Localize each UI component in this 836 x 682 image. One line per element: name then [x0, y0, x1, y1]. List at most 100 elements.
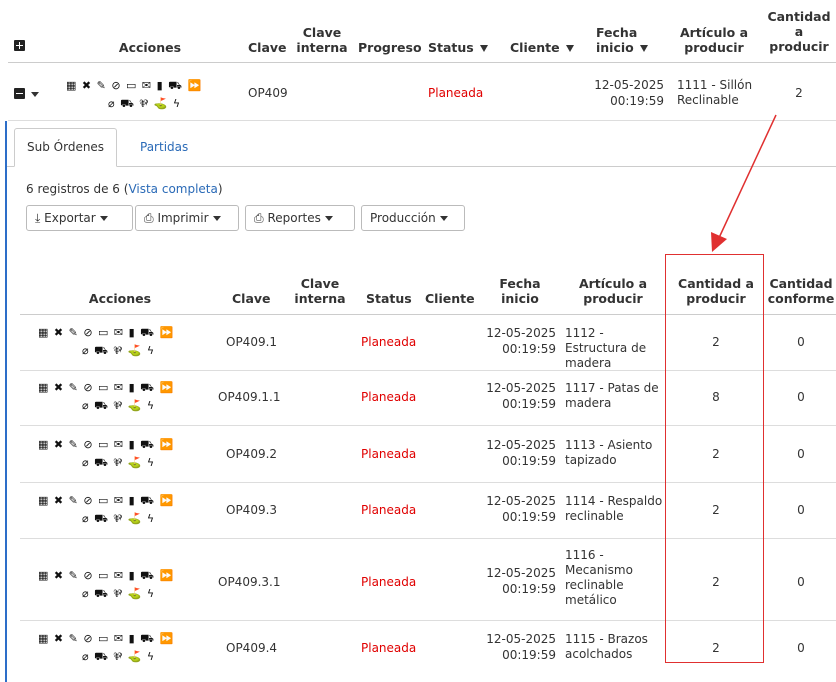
- divider: [8, 62, 836, 63]
- exportar-button[interactable]: ⤓ Exportar: [26, 205, 133, 231]
- row-conforme: 0: [797, 641, 805, 655]
- row-clave[interactable]: OP409.3: [226, 503, 277, 518]
- collapse-icon[interactable]: [14, 88, 25, 99]
- tab-sub-ordenes[interactable]: Sub Órdenes: [14, 128, 118, 167]
- imprimir-label: Imprimir: [157, 211, 209, 225]
- sub-header-status[interactable]: Status: [366, 291, 412, 306]
- status-label: Planeada: [361, 575, 417, 589]
- download-icon: ⤓: [35, 211, 41, 225]
- header-cliente-label: Cliente: [510, 40, 560, 55]
- row-action-icons-secondary[interactable]: ⌀ ⛟ ⅌ ⛳ ϟ: [82, 649, 155, 664]
- row-fecha-time: 00:19:59: [502, 648, 556, 662]
- reportes-button[interactable]: ⎙ Reportes: [245, 205, 355, 231]
- row-clave[interactable]: OP409.4: [226, 641, 277, 656]
- row-conforme: 0: [797, 447, 805, 461]
- row-fecha-date: 12-05-2025: [486, 632, 556, 646]
- row-clave[interactable]: OP409.2: [226, 447, 277, 462]
- row-clave[interactable]: OP409.1: [226, 335, 277, 350]
- row-action-icons[interactable]: ▦ ✖ ✎ ⊘ ▭ ✉ ▮ ⛟ ⏩: [38, 631, 174, 646]
- row-fecha-date: 12-05-2025: [486, 326, 556, 340]
- sub-header-acciones: Acciones: [88, 291, 152, 306]
- sub-header-cliente[interactable]: Cliente: [425, 291, 475, 306]
- row-articulo: 1111 - Sillón Reclinable: [677, 78, 753, 107]
- row-clave[interactable]: OP409.3.1: [218, 575, 280, 590]
- header-cantidad[interactable]: Cantidad a producir: [766, 9, 832, 54]
- row-fecha-date: 12-05-2025: [486, 566, 556, 580]
- status-label: Planeada: [361, 641, 417, 655]
- row-action-icons[interactable]: ▦ ✖ ✎ ⊘ ▭ ✉ ▮ ⛟ ⏩: [66, 78, 202, 93]
- row-action-icons[interactable]: ▦ ✖ ✎ ⊘ ▭ ✉ ▮ ⛟ ⏩: [38, 493, 174, 508]
- row-fecha-date: 12-05-2025: [486, 494, 556, 508]
- exportar-label: Exportar: [44, 211, 96, 225]
- row-articulo: 1116 - Mecanismo reclinable metálico: [565, 548, 633, 607]
- row-action-icons[interactable]: ▦ ✖ ✎ ⊘ ▭ ✉ ▮ ⛟ ⏩: [38, 380, 174, 395]
- sub-header-articulo[interactable]: Artículo a producir: [566, 276, 660, 306]
- row-cantidad: 2: [795, 86, 803, 100]
- row-conforme: 0: [797, 390, 805, 404]
- row-clave[interactable]: OP409: [248, 86, 288, 101]
- sub-header-clave-interna[interactable]: Clave interna: [292, 276, 348, 306]
- row-action-icons-secondary[interactable]: ⌀ ⛟ ⅌ ⛳ ϟ: [82, 398, 155, 413]
- row-conforme: 0: [797, 335, 805, 349]
- produccion-button[interactable]: Producción: [361, 205, 465, 231]
- chevron-down-icon[interactable]: [31, 92, 39, 97]
- print-icon: ⎙: [254, 211, 264, 225]
- records-prefix: 6 registros de 6 (: [26, 182, 129, 196]
- header-clave-interna[interactable]: Clave interna: [294, 25, 350, 55]
- header-cliente[interactable]: Cliente: [510, 40, 574, 55]
- vista-completa-link[interactable]: Vista completa: [128, 182, 217, 196]
- row-action-icons-secondary[interactable]: ⌀ ⛟ ⅌ ⛳ ϟ: [108, 96, 181, 111]
- status-label: Planeada: [361, 335, 417, 349]
- chevron-down-icon: [212, 216, 221, 221]
- header-status-label: Status: [428, 40, 474, 55]
- row-action-icons[interactable]: ▦ ✖ ✎ ⊘ ▭ ✉ ▮ ⛟ ⏩: [38, 437, 174, 452]
- header-fecha-inicio-label: Fecha inicio: [596, 25, 638, 55]
- row-clave[interactable]: OP409.1.1: [218, 390, 280, 405]
- status-label: Planeada: [361, 447, 417, 461]
- row-conforme: 0: [797, 503, 805, 517]
- sub-header-clave[interactable]: Clave: [232, 291, 271, 306]
- records-suffix: ): [217, 182, 223, 196]
- header-progreso[interactable]: Progreso: [358, 40, 422, 55]
- header-articulo[interactable]: Artículo a producir: [672, 25, 756, 55]
- filter-icon[interactable]: [639, 45, 648, 52]
- row-fecha-date: 12-05-2025: [594, 78, 664, 92]
- header-acciones: Acciones: [118, 40, 182, 55]
- header-status[interactable]: Status: [428, 40, 488, 55]
- row-action-icons-secondary[interactable]: ⌀ ⛟ ⅌ ⛳ ϟ: [82, 455, 155, 470]
- row-articulo: 1114 - Respaldo reclinable: [565, 494, 663, 523]
- row-action-icons-secondary[interactable]: ⌀ ⛟ ⅌ ⛳ ϟ: [82, 586, 155, 601]
- sub-header-conforme[interactable]: Cantidad conforme: [766, 276, 836, 306]
- status-label: Planeada: [428, 86, 484, 100]
- row-action-icons[interactable]: ▦ ✖ ✎ ⊘ ▭ ✉ ▮ ⛟ ⏩: [38, 568, 174, 583]
- row-fecha-time: 00:19:59: [610, 94, 664, 108]
- header-clave[interactable]: Clave: [248, 40, 287, 55]
- row-action-icons-secondary[interactable]: ⌀ ⛟ ⅌ ⛳ ϟ: [82, 511, 155, 526]
- row-action-icons[interactable]: ▦ ✖ ✎ ⊘ ▭ ✉ ▮ ⛟ ⏩: [38, 325, 174, 340]
- chevron-down-icon: [439, 216, 448, 221]
- filter-icon[interactable]: [479, 45, 488, 52]
- row-fecha-time: 00:19:59: [502, 454, 556, 468]
- row-fecha-time: 00:19:59: [502, 397, 556, 411]
- row-articulo: 1113 - Asiento tapizado: [565, 438, 653, 467]
- row-fecha-time: 00:19:59: [502, 342, 556, 356]
- row-action-icons-secondary[interactable]: ⌀ ⛟ ⅌ ⛳ ϟ: [82, 343, 155, 358]
- row-fecha-date: 12-05-2025: [486, 438, 556, 452]
- row-fecha-date: 12-05-2025: [486, 381, 556, 395]
- status-label: Planeada: [361, 503, 417, 517]
- row-articulo: 1117 - Patas de madera: [565, 381, 659, 410]
- row-fecha-time: 00:19:59: [502, 582, 556, 596]
- imprimir-button[interactable]: ⎙ Imprimir: [135, 205, 239, 231]
- divider: [8, 120, 836, 121]
- annotation-highlight-box: [665, 254, 764, 663]
- tab-partidas[interactable]: Partidas: [140, 140, 188, 154]
- tabs-baseline: [7, 166, 836, 167]
- row-fecha-time: 00:19:59: [502, 510, 556, 524]
- chevron-down-icon: [99, 216, 108, 221]
- sub-header-fecha-inicio[interactable]: Fecha inicio: [490, 276, 550, 306]
- expand-all-icon[interactable]: [14, 40, 25, 51]
- header-fecha-inicio[interactable]: Fecha inicio: [596, 25, 656, 55]
- filter-icon[interactable]: [565, 45, 574, 52]
- chevron-down-icon: [324, 216, 333, 221]
- reportes-label: Reportes: [267, 211, 321, 225]
